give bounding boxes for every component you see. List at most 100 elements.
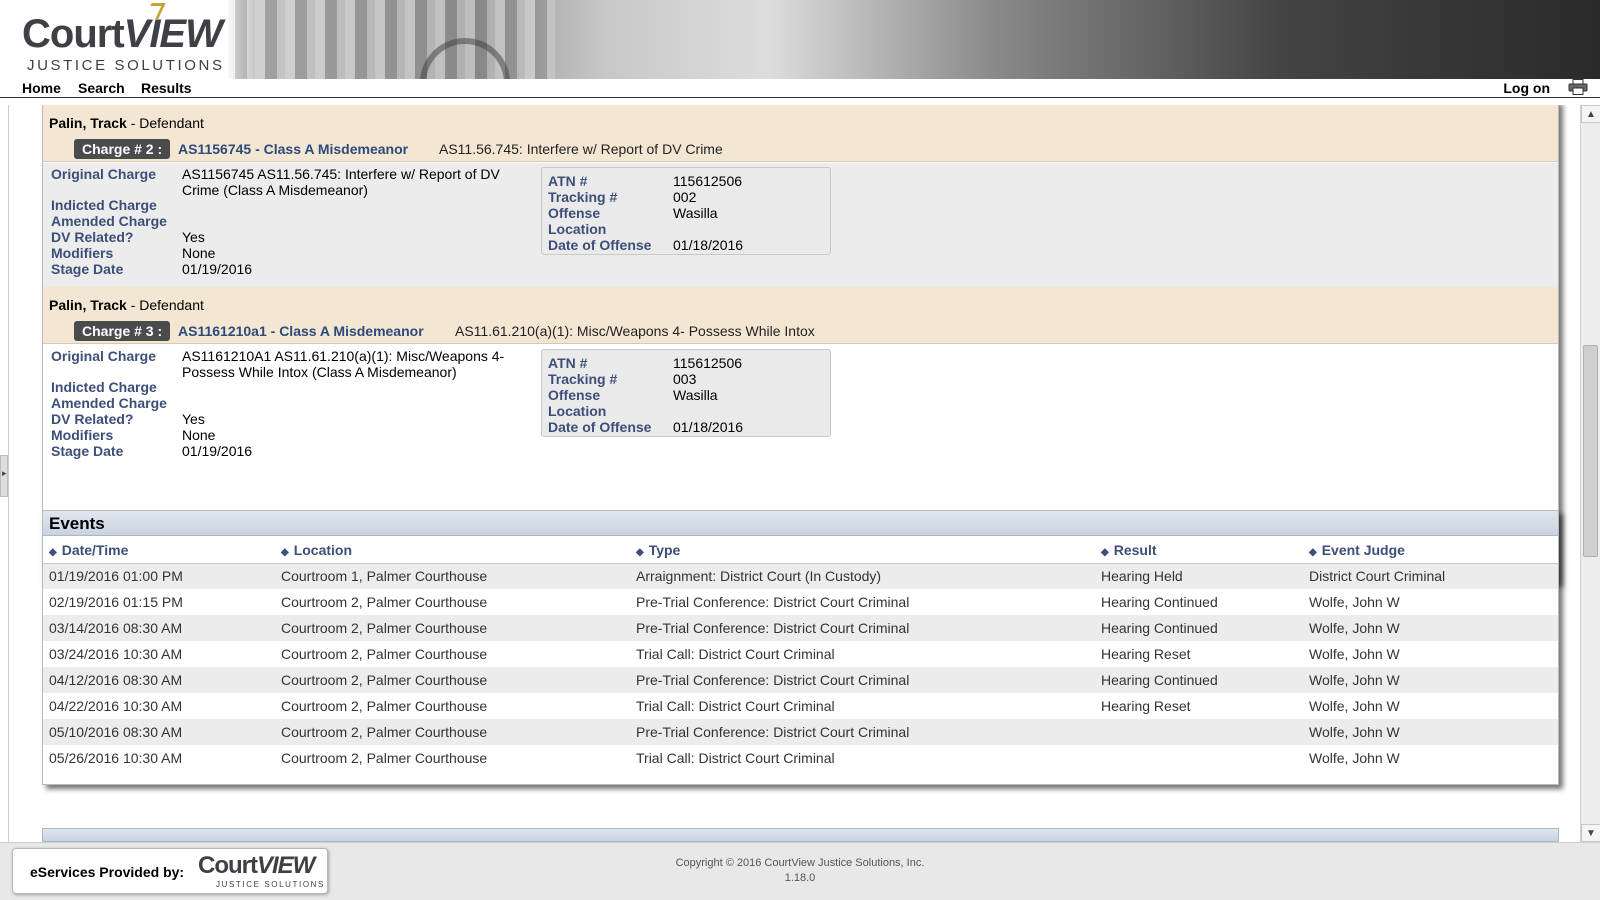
charge-header: Palin, Track - Defendant Charge # 2 : AS… bbox=[43, 105, 1558, 162]
event-location: Courtroom 2, Palmer Courthouse bbox=[275, 615, 630, 641]
original-charge-value: AS1156745 AS11.56.745: Interfere w/ Repo… bbox=[182, 166, 500, 198]
offense-location-label-line2: Location bbox=[548, 403, 607, 419]
event-type: Pre-Trial Conference: District Court Cri… bbox=[630, 589, 1095, 615]
modifiers-value: None bbox=[182, 245, 216, 261]
modifiers-label: Modifiers bbox=[51, 245, 114, 261]
table-row[interactable]: 04/12/2016 08:30 AM Courtroom 2, Palmer C… bbox=[43, 667, 1558, 693]
atn-label: ATN # bbox=[548, 173, 588, 189]
party-line: Palin, Track - Defendant bbox=[49, 297, 204, 313]
dv-related-label: DV Related? bbox=[51, 229, 134, 245]
event-judge: Wolfe, John W bbox=[1303, 667, 1558, 693]
original-charge-label: Original Charge bbox=[51, 166, 157, 182]
event-result: Hearing Continued bbox=[1095, 589, 1303, 615]
vertical-scrollbar[interactable]: ▲ ▼ bbox=[1580, 105, 1600, 842]
logo-tagline: JUSTICE SOLUTIONS bbox=[27, 57, 225, 74]
event-type: Arraignment: District Court (In Custody) bbox=[630, 563, 1095, 589]
event-judge: Wolfe, John W bbox=[1303, 719, 1558, 745]
table-row[interactable]: 04/22/2016 10:30 AM Courtroom 2, Palmer C… bbox=[43, 693, 1558, 719]
event-judge: Wolfe, John W bbox=[1303, 615, 1558, 641]
offense-location-value: Wasilla bbox=[673, 205, 718, 221]
offense-location-label: Offense bbox=[548, 387, 601, 403]
event-date-time: 03/24/2016 10:30 AM bbox=[43, 641, 275, 667]
events-header-row: ◆ Date/Time ◆ Location ◆ Type ◆ Result ◆ Even… bbox=[43, 537, 1558, 564]
column-header-type[interactable]: ◆ Type bbox=[630, 537, 1095, 564]
logo-wordmark: CourtVIEW bbox=[22, 12, 223, 56]
charge-code-link[interactable]: AS1161210a1 - Class A Misdemeanor bbox=[178, 323, 424, 339]
events-panel: Events ◆ Date/Time ◆ Location ◆ Type ◆ Resul… bbox=[42, 510, 1559, 785]
event-result: Hearing Reset bbox=[1095, 641, 1303, 667]
party-role: - Defendant bbox=[126, 297, 204, 313]
modifiers-value: None bbox=[182, 427, 216, 443]
date-of-offense-label: Date of Offense bbox=[548, 419, 652, 435]
column-header-event-judge[interactable]: ◆ Event Judge bbox=[1303, 537, 1558, 564]
event-judge: Wolfe, John W bbox=[1303, 693, 1558, 719]
charge-header: Palin, Track - Defendant Charge # 3 : AS… bbox=[43, 287, 1558, 344]
event-result bbox=[1095, 719, 1303, 745]
event-judge: Wolfe, John W bbox=[1303, 745, 1558, 771]
event-location: Courtroom 2, Palmer Courthouse bbox=[275, 641, 630, 667]
table-row[interactable]: 02/19/2016 01:15 PM Courtroom 2, Palmer C… bbox=[43, 589, 1558, 615]
stage-date-label: Stage Date bbox=[51, 261, 124, 277]
table-row[interactable]: 05/26/2016 10:30 AM Courtroom 2, Palmer C… bbox=[43, 745, 1558, 771]
case-detail-content: Palin, Track - Defendant Charge # 2 : AS… bbox=[8, 105, 1578, 842]
event-date-time: 04/22/2016 10:30 AM bbox=[43, 693, 275, 719]
atn-label: ATN # bbox=[548, 355, 588, 371]
dv-related-value: Yes bbox=[182, 411, 205, 427]
column-header-date-time[interactable]: ◆ Date/Time bbox=[43, 537, 275, 564]
event-judge: District Court Criminal bbox=[1303, 563, 1558, 589]
scrollbar-thumb[interactable] bbox=[1583, 345, 1598, 557]
event-location: Courtroom 2, Palmer Courthouse bbox=[275, 745, 630, 771]
scroll-down-arrow-icon[interactable]: ▼ bbox=[1581, 824, 1600, 842]
event-result: Hearing Continued bbox=[1095, 667, 1303, 693]
charge-code-link[interactable]: AS1156745 - Class A Misdemeanor bbox=[178, 141, 408, 157]
tracking-value: 002 bbox=[673, 189, 697, 205]
printer-icon[interactable] bbox=[1568, 79, 1588, 95]
nav-home[interactable]: Home bbox=[22, 80, 61, 96]
event-type: Pre-Trial Conference: District Court Cri… bbox=[630, 615, 1095, 641]
table-row[interactable]: 03/14/2016 08:30 AM Courtroom 2, Palmer C… bbox=[43, 615, 1558, 641]
event-type: Trial Call: District Court Criminal bbox=[630, 745, 1095, 771]
scroll-up-arrow-icon[interactable]: ▲ bbox=[1581, 105, 1600, 123]
sort-icon: ◆ bbox=[1101, 546, 1109, 558]
table-row[interactable]: 03/24/2016 10:30 AM Courtroom 2, Palmer C… bbox=[43, 641, 1558, 667]
offense-location-label-line2: Location bbox=[548, 221, 607, 237]
app-window: CourtVIEW JUSTICE SOLUTIONS Home Search … bbox=[0, 0, 1600, 900]
party-line: Palin, Track - Defendant bbox=[49, 115, 204, 131]
provider-badge[interactable]: eServices Provided by: CourtVIEW JUSTICE… bbox=[12, 848, 328, 894]
side-panel-toggle[interactable]: ▸ bbox=[0, 455, 8, 497]
log-on-link[interactable]: Log on bbox=[1503, 80, 1550, 96]
nav-search[interactable]: Search bbox=[78, 80, 125, 96]
dv-related-value: Yes bbox=[182, 229, 205, 245]
table-row[interactable]: 05/10/2016 08:30 AM Courtroom 2, Palmer C… bbox=[43, 719, 1558, 745]
tracking-label: Tracking # bbox=[548, 189, 618, 205]
event-type: Trial Call: District Court Criminal bbox=[630, 693, 1095, 719]
sort-icon: ◆ bbox=[281, 546, 289, 558]
event-location: Courtroom 2, Palmer Courthouse bbox=[275, 667, 630, 693]
atn-value: 115612506 bbox=[673, 355, 743, 371]
charge-description: AS11.61.210(a)(1): Misc/Weapons 4- Posse… bbox=[455, 323, 815, 339]
event-result: Hearing Continued bbox=[1095, 615, 1303, 641]
date-of-offense-label: Date of Offense bbox=[548, 237, 652, 253]
original-charge-label: Original Charge bbox=[51, 348, 157, 364]
amended-charge-label: Amended Charge bbox=[51, 395, 167, 411]
event-result bbox=[1095, 745, 1303, 771]
column-header-result[interactable]: ◆ Result bbox=[1095, 537, 1303, 564]
party-role: - Defendant bbox=[126, 115, 204, 131]
event-judge: Wolfe, John W bbox=[1303, 641, 1558, 667]
sort-icon: ◆ bbox=[636, 546, 644, 558]
event-location: Courtroom 2, Palmer Courthouse bbox=[275, 693, 630, 719]
courtview-logo[interactable]: CourtVIEW JUSTICE SOLUTIONS bbox=[0, 0, 228, 80]
event-date-time: 03/14/2016 08:30 AM bbox=[43, 615, 275, 641]
sort-icon: ◆ bbox=[1309, 546, 1317, 558]
nav-results[interactable]: Results bbox=[141, 80, 192, 96]
stage-date-label: Stage Date bbox=[51, 443, 124, 459]
amended-charge-label: Amended Charge bbox=[51, 213, 167, 229]
column-header-location[interactable]: ◆ Location bbox=[275, 537, 630, 564]
party-name: Palin, Track bbox=[49, 115, 127, 131]
event-result: Hearing Held bbox=[1095, 563, 1303, 589]
events-body: 01/19/2016 01:00 PM Courtroom 1, Palmer C… bbox=[43, 563, 1558, 771]
party-name: Palin, Track bbox=[49, 297, 127, 313]
table-row[interactable]: 01/19/2016 01:00 PM Courtroom 1, Palmer C… bbox=[43, 563, 1558, 589]
copyright-text: Copyright © 2016 CourtView Justice Solut… bbox=[675, 857, 925, 869]
site-header: CourtVIEW JUSTICE SOLUTIONS bbox=[0, 0, 1600, 80]
